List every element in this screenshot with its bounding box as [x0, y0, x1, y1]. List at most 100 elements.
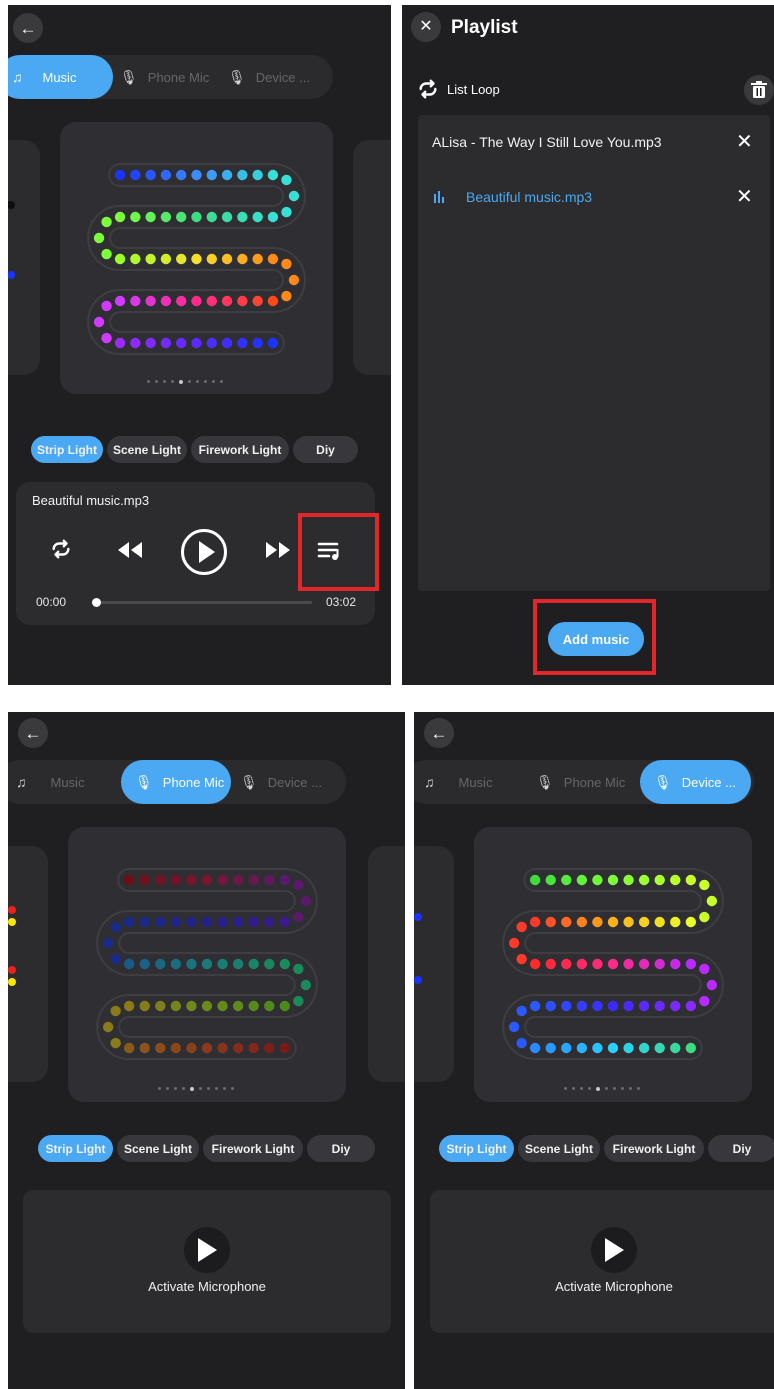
led-dot — [592, 916, 603, 928]
effect-card-next[interactable] — [368, 846, 405, 1082]
tab-phone-mic[interactable]: 🎙 Phone Mic — [121, 760, 231, 804]
led-dot — [170, 1000, 182, 1012]
remove-item-button[interactable]: ✕ — [736, 132, 753, 152]
led-dot — [102, 1021, 114, 1033]
led-dot — [670, 1000, 681, 1012]
activate-mic-button[interactable] — [184, 1227, 230, 1273]
led-dot — [170, 874, 182, 886]
next-button[interactable] — [262, 536, 294, 564]
progress-knob[interactable] — [92, 598, 101, 607]
tab-device[interactable]: 🎙 Device ... — [228, 55, 310, 99]
led-dot — [267, 169, 279, 181]
chip-diy[interactable]: Diy — [708, 1135, 774, 1162]
chip-strip-light[interactable]: Strip Light — [31, 436, 103, 463]
led-dot — [176, 211, 187, 223]
led-dot — [281, 290, 292, 302]
led-dot — [529, 958, 541, 970]
led-dot — [264, 1042, 275, 1054]
chip-strip-light[interactable]: Strip Light — [38, 1135, 113, 1162]
led-dot — [123, 1042, 135, 1054]
chip-scene-light[interactable]: Scene Light — [518, 1135, 600, 1162]
tab-music[interactable]: ♫ Music — [8, 55, 113, 99]
led-dot — [607, 958, 619, 970]
effect-card-current[interactable] — [68, 827, 346, 1102]
microphone-icon: 🎙 — [228, 68, 246, 85]
led-dot — [155, 1000, 166, 1012]
led-dot — [186, 958, 197, 970]
led-dot — [248, 874, 259, 886]
activate-mic-button[interactable] — [591, 1227, 637, 1273]
tab-music[interactable]: ♫ Music — [16, 760, 84, 804]
chip-strip-light[interactable]: Strip Light — [439, 1135, 514, 1162]
tab-device[interactable]: 🎙 Device ... — [240, 760, 322, 804]
led-dot — [545, 916, 556, 928]
loop-mode-label[interactable]: List Loop — [447, 82, 500, 97]
led-dot — [248, 958, 259, 970]
chip-diy[interactable]: Diy — [307, 1135, 375, 1162]
close-icon: ✕ — [419, 18, 433, 35]
led-dot — [685, 874, 697, 886]
playlist-item[interactable]: ALisa - The Way I Still Love You.mp3 — [432, 134, 662, 150]
led-dot — [576, 1000, 588, 1012]
led-dot — [191, 211, 202, 223]
led-dot — [170, 916, 182, 928]
led-dot — [160, 295, 172, 307]
play-icon — [181, 529, 227, 575]
led-dot — [160, 337, 172, 349]
progress-bar[interactable] — [96, 601, 312, 604]
play-icon — [605, 1238, 624, 1262]
led-dot — [279, 1000, 291, 1012]
led-dot — [155, 916, 166, 928]
led-dot — [623, 916, 634, 928]
playlist-item-playing[interactable]: Beautiful music.mp3 — [434, 189, 592, 205]
back-button[interactable]: ← — [424, 718, 454, 748]
chip-firework-light[interactable]: Firework Light — [203, 1135, 303, 1162]
back-button[interactable]: ← — [18, 718, 48, 748]
led-dot — [592, 874, 603, 886]
led-dot — [232, 1042, 244, 1054]
led-dot — [217, 1042, 228, 1054]
tab-device[interactable]: 🎙 Device ... — [640, 760, 751, 804]
led-dot — [176, 253, 187, 265]
led-dot — [267, 211, 279, 223]
chip-firework-light[interactable]: Firework Light — [604, 1135, 704, 1162]
led-dot — [206, 211, 217, 223]
loop-button[interactable] — [46, 534, 76, 564]
tab-phone-mic[interactable]: 🎙 Phone Mic — [120, 55, 209, 99]
back-button[interactable]: ← — [13, 13, 43, 43]
effect-card-current[interactable] — [474, 827, 752, 1102]
led-dot — [186, 874, 197, 886]
rewind-icon — [118, 542, 142, 558]
led-dot — [706, 895, 718, 907]
led-dot — [293, 995, 304, 1007]
led-dot — [139, 916, 150, 928]
arrow-left-icon: ← — [430, 723, 448, 743]
tab-music[interactable]: ♫ Music — [424, 760, 492, 804]
led-strip-preview — [96, 868, 318, 1060]
led-dot — [232, 916, 244, 928]
microphone-icon: 🎙 — [135, 773, 153, 790]
led-dot — [638, 1042, 650, 1054]
led-dot — [110, 1037, 121, 1049]
led-dot — [561, 958, 572, 970]
led-dot — [130, 253, 141, 265]
led-dot — [101, 216, 112, 228]
chip-diy[interactable]: Diy — [293, 436, 358, 463]
chip-scene-light[interactable]: Scene Light — [107, 436, 187, 463]
remove-item-button[interactable]: ✕ — [736, 187, 753, 207]
chip-scene-light[interactable]: Scene Light — [117, 1135, 199, 1162]
effect-card-current[interactable] — [60, 122, 333, 394]
clear-playlist-button[interactable] — [744, 75, 774, 105]
effect-card-next[interactable] — [353, 140, 391, 375]
close-playlist-button[interactable]: ✕ — [411, 12, 441, 42]
play-button[interactable] — [180, 528, 228, 576]
led-dot — [123, 958, 135, 970]
led-dot — [623, 958, 634, 970]
chip-firework-light[interactable]: Firework Light — [191, 436, 289, 463]
tab-phone-mic[interactable]: 🎙 Phone Mic — [536, 760, 625, 804]
microphone-icon: 🎙 — [536, 773, 554, 790]
previous-button[interactable] — [114, 536, 146, 564]
led-dot — [699, 911, 710, 923]
led-dot — [576, 1042, 588, 1054]
led-dot — [529, 1042, 541, 1054]
